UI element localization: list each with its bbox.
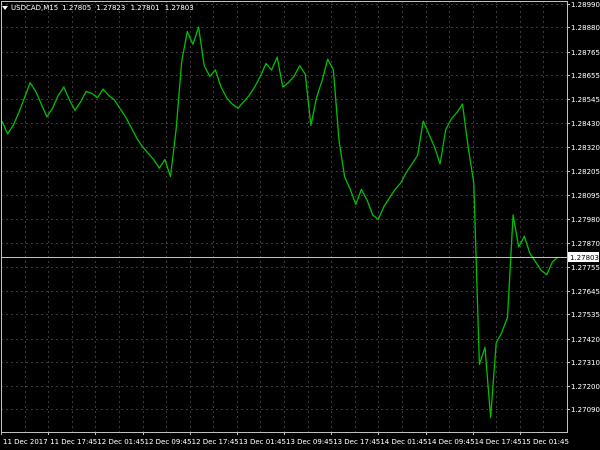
price-chart[interactable]: 1.28990 1.28880 1.28765 1.28655 1.28545 1.284… <box>0 0 600 450</box>
x-tick-label: 12 Dec 09:45 <box>145 438 192 446</box>
high-value: 1.27823 <box>96 4 126 12</box>
y-tick-label: 1.28655 <box>571 72 600 80</box>
x-tick-label: 12 Dec 17:45 <box>192 438 239 446</box>
x-tick-label: 15 Dec 01:45 <box>522 438 569 446</box>
ohlc-values: 1.27805 1.27823 1.27801 1.27803 <box>62 4 197 12</box>
y-tick-label: 1.28430 <box>571 120 600 128</box>
x-tick-label: 12 Dec 01:45 <box>97 438 144 446</box>
chevron-down-icon[interactable] <box>2 6 8 10</box>
y-tick-label: 1.28990 <box>571 1 600 9</box>
x-tick-label: 14 Dec 01:45 <box>380 438 427 446</box>
current-price-tag: 1.27803 <box>568 252 599 262</box>
chart-header: USDCAD,M15 1.27805 1.27823 1.27801 1.278… <box>2 2 197 14</box>
y-tick-label: 1.28095 <box>571 192 600 200</box>
y-tick-label: 1.27420 <box>571 336 600 344</box>
x-tick-label: 14 Dec 09:45 <box>428 438 475 446</box>
plot-background <box>0 0 600 450</box>
symbol-timeframe: USDCAD,M15 <box>11 4 59 12</box>
y-tick-label: 1.27200 <box>571 383 600 391</box>
open-value: 1.27805 <box>62 4 92 12</box>
y-tick-label: 1.27535 <box>571 311 600 319</box>
y-tick-label: 1.27755 <box>571 264 600 272</box>
y-tick-label: 1.28545 <box>571 96 600 104</box>
y-tick-label: 1.28765 <box>571 49 600 57</box>
close-value: 1.27803 <box>164 4 194 12</box>
x-tick-label: 13 Dec 17:45 <box>333 438 380 446</box>
x-tick-label: 13 Dec 01:45 <box>239 438 286 446</box>
y-tick-label: 1.28205 <box>571 168 600 176</box>
y-tick-label: 1.28880 <box>571 24 600 32</box>
current-price-label: 1.27803 <box>570 254 599 262</box>
y-tick-label: 1.27980 <box>571 216 600 224</box>
low-value: 1.27801 <box>130 4 160 12</box>
y-tick-label: 1.27310 <box>571 359 600 367</box>
y-tick-label: 1.27090 <box>571 406 600 414</box>
y-tick-label: 1.28320 <box>571 144 600 152</box>
chart-window[interactable]: 1.28990 1.28880 1.28765 1.28655 1.28545 1.284… <box>0 0 600 450</box>
y-tick-label: 1.27645 <box>571 288 600 296</box>
y-tick-label: 1.27870 <box>571 240 600 248</box>
x-tick-label: 14 Dec 17:45 <box>475 438 522 446</box>
x-tick-label: 11 Dec 2017 <box>3 438 48 446</box>
x-tick-label: 13 Dec 09:45 <box>286 438 333 446</box>
x-tick-label: 11 Dec 17:45 <box>50 438 97 446</box>
